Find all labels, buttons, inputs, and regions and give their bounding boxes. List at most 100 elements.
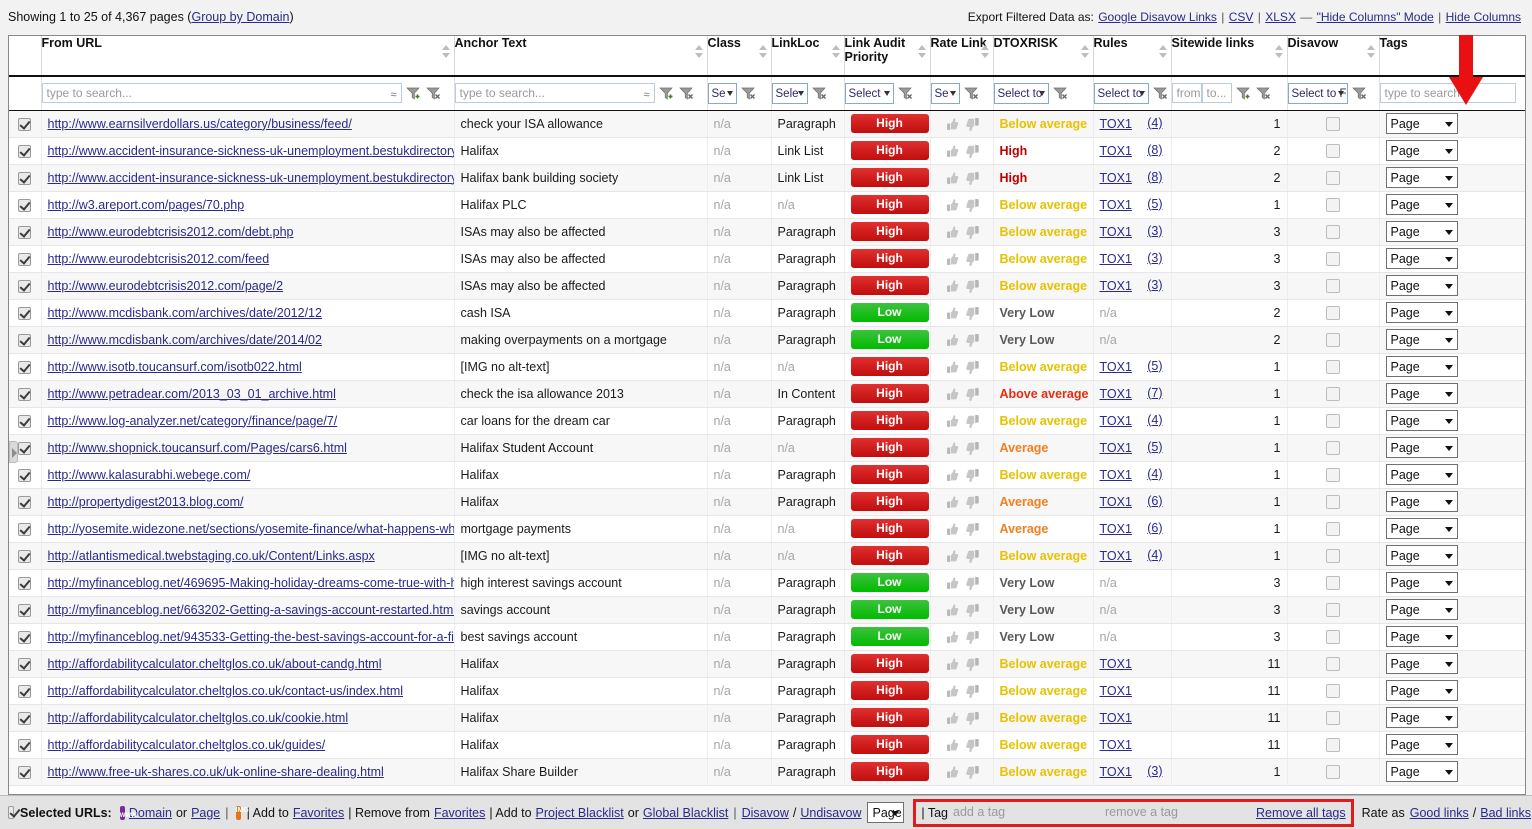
rules-link[interactable]: TOX1 <box>1100 198 1132 212</box>
disavow-checkbox[interactable] <box>1326 386 1340 401</box>
disavow-cell[interactable] <box>1287 218 1380 246</box>
rules-count-link[interactable]: (3) <box>1147 251 1162 265</box>
disavow-cell[interactable] <box>1287 569 1380 597</box>
disavow-filter-select[interactable]: Select to F <box>1287 82 1348 104</box>
disavow-cell[interactable] <box>1287 515 1380 543</box>
rate-thumbs[interactable] <box>942 440 982 456</box>
row-select-cell[interactable] <box>9 353 42 381</box>
page-select-cell[interactable]: Page <box>1379 407 1525 435</box>
page-select-cell[interactable]: Page <box>1379 299 1525 327</box>
rate-thumbs[interactable] <box>942 386 982 402</box>
bulk-page-select[interactable]: Page <box>867 802 905 823</box>
row-checkbox[interactable] <box>18 333 32 347</box>
rate-link-cell[interactable] <box>930 434 994 462</box>
row-checkbox[interactable] <box>18 765 32 779</box>
row-select-cell[interactable] <box>9 515 42 543</box>
row-checkbox[interactable] <box>18 225 32 239</box>
page-select-cell[interactable]: Page <box>1379 326 1525 354</box>
rules-count-link[interactable]: (3) <box>1147 278 1162 292</box>
disavow-cell[interactable] <box>1287 488 1380 516</box>
dtox-filter-select[interactable]: Select to <box>993 82 1049 104</box>
rate-link-cell[interactable] <box>930 704 994 732</box>
page-select-cell[interactable]: Page <box>1379 731 1525 759</box>
rate-link-cell[interactable] <box>930 191 994 219</box>
row-checkbox[interactable] <box>18 360 32 374</box>
from-url-link[interactable]: http://atlantismedical.twebstaging.co.uk… <box>48 549 375 563</box>
from-url-link[interactable]: http://www.mcdisbank.com/archives/date/2… <box>48 333 322 347</box>
page-select-cell[interactable]: Page <box>1379 191 1525 219</box>
rate-link-cell[interactable] <box>930 677 994 705</box>
rate-link-cell[interactable] <box>930 650 994 678</box>
rules-count-link[interactable]: (5) <box>1147 197 1162 211</box>
bad-links-link[interactable]: Bad links <box>1480 806 1531 820</box>
rate-link-cell[interactable] <box>930 488 994 516</box>
rules-count-link[interactable]: (3) <box>1147 224 1162 238</box>
good-links-link[interactable]: Good links <box>1410 806 1469 820</box>
row-select-cell[interactable] <box>9 650 42 678</box>
rules-link[interactable]: TOX1 <box>1100 738 1132 752</box>
rate-thumbs[interactable] <box>942 170 982 186</box>
sort-icon[interactable] <box>831 45 841 58</box>
from-url-link[interactable]: http://myfinanceblog.net/943533-Getting-… <box>48 630 454 644</box>
global-blacklist-link[interactable]: Global Blacklist <box>643 806 728 820</box>
disavow-checkbox[interactable] <box>1326 305 1340 320</box>
export-csv-link[interactable]: CSV <box>1229 10 1254 24</box>
remove-all-tags-link[interactable]: Remove all tags <box>1256 806 1346 820</box>
disavow-checkbox[interactable] <box>1326 116 1340 131</box>
row-page-select[interactable]: Page <box>1385 275 1458 296</box>
disavow-cell[interactable] <box>1287 461 1380 489</box>
rules-link[interactable]: TOX1 <box>1100 144 1132 158</box>
row-checkbox[interactable] <box>18 117 32 131</box>
rate-link-cell[interactable] <box>930 299 994 327</box>
from-url-link[interactable]: http://www.accident-insurance-sickness-u… <box>48 144 454 158</box>
row-page-select[interactable]: Page <box>1385 437 1458 458</box>
row-select-cell[interactable] <box>9 461 42 489</box>
from-url-link[interactable]: http://www.isotb.toucansurf.com/isotb022… <box>48 360 302 374</box>
page-select-cell[interactable]: Page <box>1379 542 1525 570</box>
rate-filter-select[interactable]: Se <box>930 82 960 104</box>
disavow-checkbox[interactable] <box>1326 332 1340 347</box>
hide-columns-link[interactable]: Hide Columns <box>1446 10 1521 24</box>
disavow-cell[interactable] <box>1287 650 1380 678</box>
page-select-cell[interactable]: Page <box>1379 488 1525 516</box>
rules-link[interactable]: TOX1 <box>1100 279 1132 293</box>
filter-clear-icon[interactable] <box>811 86 827 101</box>
row-select-cell[interactable] <box>9 326 42 354</box>
disavow-cell[interactable] <box>1287 542 1380 570</box>
disavow-checkbox[interactable] <box>1326 737 1340 752</box>
row-select-cell[interactable] <box>9 542 42 570</box>
disavow-checkbox[interactable] <box>1326 197 1340 212</box>
filter-clear-icon[interactable] <box>963 86 979 101</box>
rate-link-cell[interactable] <box>930 515 994 543</box>
disavow-cell[interactable] <box>1287 191 1380 219</box>
rate-thumbs[interactable] <box>942 332 982 348</box>
from-url-link[interactable]: http://www.eurodebtcrisis2012.com/debt.p… <box>48 225 294 239</box>
from-url-link[interactable]: http://affordabilitycalculator.cheltglos… <box>48 711 349 725</box>
disavow-checkbox[interactable] <box>1326 656 1340 671</box>
row-checkbox[interactable] <box>18 414 32 428</box>
rate-link-cell[interactable] <box>930 731 994 759</box>
export-xlsx-link[interactable]: XLSX <box>1265 10 1296 24</box>
page-select-cell[interactable]: Page <box>1379 434 1525 462</box>
row-page-select[interactable]: Page <box>1385 680 1458 701</box>
page-select-cell[interactable]: Page <box>1379 596 1525 624</box>
row-page-select[interactable]: Page <box>1385 464 1458 485</box>
row-page-select[interactable]: Page <box>1385 734 1458 755</box>
disavow-checkbox[interactable] <box>1326 278 1340 293</box>
row-checkbox[interactable] <box>18 306 32 320</box>
rules-link[interactable]: TOX1 <box>1100 468 1132 482</box>
row-page-select[interactable]: Page <box>1385 302 1458 323</box>
disavow-checkbox[interactable] <box>1326 575 1340 590</box>
page-select-cell[interactable]: Page <box>1379 137 1525 165</box>
sort-icon[interactable] <box>758 45 768 58</box>
rate-link-cell[interactable] <box>930 137 994 165</box>
sort-icon[interactable] <box>980 45 990 58</box>
filter-clear-icon[interactable] <box>1256 86 1271 101</box>
disavow-checkbox[interactable] <box>1326 143 1340 158</box>
rate-thumbs[interactable] <box>942 251 982 267</box>
page-select-cell[interactable]: Page <box>1379 569 1525 597</box>
header-dtoxrisk[interactable]: DTOXRISK <box>993 36 1094 77</box>
from-url-search-input[interactable]: type to search... ≈ <box>41 83 402 104</box>
page-select-cell[interactable]: Page <box>1379 272 1525 300</box>
row-page-select[interactable]: Page <box>1385 194 1458 215</box>
